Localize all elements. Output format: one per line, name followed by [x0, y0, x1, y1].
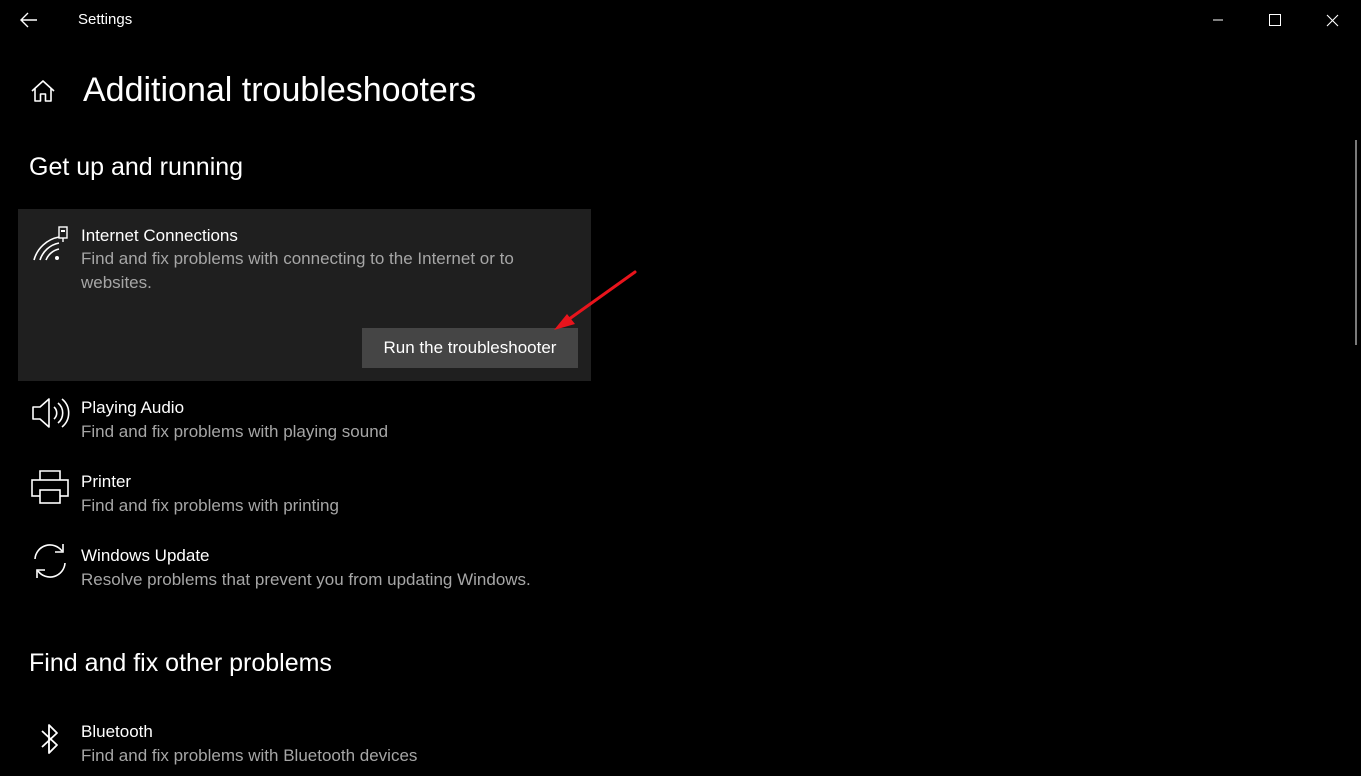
speaker-icon — [30, 393, 70, 433]
item-title: Internet Connections — [81, 226, 238, 245]
item-title: Windows Update — [81, 546, 210, 565]
back-button[interactable] — [12, 5, 46, 35]
troubleshooter-printer[interactable]: Printer Find and fix problems with print… — [18, 467, 591, 527]
item-description: Resolve problems that prevent you from u… — [81, 570, 531, 589]
home-icon — [31, 80, 55, 102]
home-button[interactable] — [26, 74, 60, 108]
close-icon — [1326, 14, 1338, 26]
item-description: Find and fix problems with Bluetooth dev… — [81, 746, 418, 765]
page-title: Additional troubleshooters — [83, 71, 477, 109]
title-bar: Settings — [0, 0, 1361, 40]
back-arrow-icon — [20, 12, 37, 28]
maximize-icon — [1269, 14, 1281, 26]
minimize-icon — [1213, 19, 1223, 21]
annotation-arrow-icon — [554, 270, 637, 330]
bluetooth-icon — [30, 719, 70, 759]
scrollbar[interactable] — [1355, 140, 1357, 345]
close-button[interactable] — [1304, 0, 1360, 40]
app-title: Settings — [78, 11, 133, 28]
troubleshooter-playing-audio[interactable]: Playing Audio Find and fix problems with… — [18, 393, 591, 453]
section-title-find-and-fix-other: Find and fix other problems — [29, 649, 332, 677]
maximize-button[interactable] — [1247, 0, 1303, 40]
minimize-button[interactable] — [1190, 0, 1246, 40]
item-description: Find and fix problems with printing — [81, 496, 339, 515]
troubleshooter-bluetooth[interactable]: Bluetooth Find and fix problems with Blu… — [18, 717, 591, 776]
troubleshooter-windows-update[interactable]: Windows Update Resolve problems that pre… — [18, 541, 591, 601]
printer-icon — [30, 467, 70, 507]
wifi-network-icon — [30, 224, 70, 264]
sync-icon — [30, 541, 70, 581]
item-title: Printer — [81, 472, 132, 491]
item-description: Find and fix problems with connecting to… — [81, 249, 514, 292]
item-description: Find and fix problems with playing sound — [81, 422, 389, 441]
section-title-get-up-and-running: Get up and running — [29, 153, 244, 181]
item-title: Bluetooth — [81, 722, 153, 741]
item-title: Playing Audio — [81, 398, 185, 417]
